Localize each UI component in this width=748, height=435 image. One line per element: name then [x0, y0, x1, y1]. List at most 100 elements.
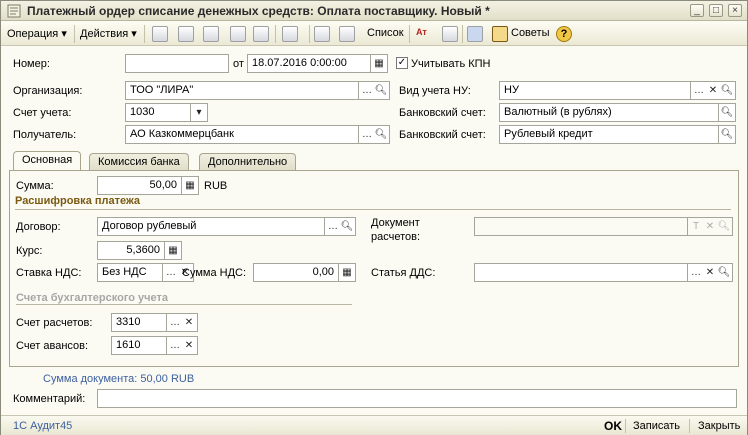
contract-label: Договор: [16, 221, 61, 233]
bank2-label: Банковский счет: [399, 129, 486, 141]
bottom-bar: 1С Аудит45 OK Записать Закрыть [1, 415, 747, 435]
bank1-open-icon[interactable]: 🔍︎ [719, 103, 736, 122]
doc-label-line2: расчетов: [371, 231, 421, 243]
bank2-field[interactable]: Рублевый кредит [499, 125, 719, 144]
vat-sum-label: Сумма НДС: [182, 267, 247, 279]
ok-button[interactable]: OK [604, 419, 622, 433]
date-prefix: от [233, 58, 244, 70]
kpn-label: Учитывать КПН [411, 58, 491, 70]
report-icon[interactable] [442, 26, 458, 42]
sum-label: Сумма: [16, 180, 54, 192]
dds-open-icon[interactable]: 🔍︎ [716, 263, 733, 282]
sum-field[interactable]: 50,00 [97, 176, 182, 195]
advance-field[interactable]: 1610 [111, 336, 167, 355]
button-separator [689, 419, 690, 433]
settle-clear-icon[interactable]: ✕ [181, 313, 198, 332]
org-open-icon[interactable]: 🔍︎ [373, 81, 390, 100]
vat-sum-field[interactable]: 0,00 [253, 263, 339, 282]
vat-rate-field[interactable]: Без НДС [97, 263, 163, 282]
advance-label: Счет авансов: [16, 340, 89, 352]
bank2-open-icon[interactable]: 🔍︎ [719, 125, 736, 144]
recipient-field[interactable]: АО Казкоммерцбанк [125, 125, 359, 144]
settle-field[interactable]: 3310 [111, 313, 167, 332]
status-text: 1С Аудит45 [13, 420, 73, 432]
window-title: Платежный ордер списание денежных средст… [27, 4, 490, 18]
bank1-label: Банковский счет: [399, 107, 486, 119]
nu-open-icon[interactable]: 🔍︎ [719, 81, 736, 100]
calculator-icon[interactable]: ▦ [182, 176, 199, 195]
dds-label: Статья ДДС: [371, 267, 436, 279]
tips-button[interactable]: Советы [511, 27, 549, 39]
rate-field[interactable]: 5,3600 [97, 241, 165, 260]
dds-field[interactable] [474, 263, 688, 282]
list-button[interactable]: Список [367, 27, 404, 39]
nu-field[interactable]: НУ [499, 81, 691, 100]
contract-field[interactable]: Договор рублевый [97, 217, 325, 236]
bank1-field[interactable]: Валютный (в рублях) [499, 103, 719, 122]
toolbar-separator [74, 25, 75, 43]
kpn-checkbox[interactable]: ✓ [396, 57, 408, 69]
calculator-icon[interactable]: ▦ [339, 263, 356, 282]
toolbar-separator [462, 25, 463, 43]
document-window: Платежный ордер списание денежных средст… [0, 0, 748, 435]
calculator-icon[interactable]: ▦ [165, 241, 182, 260]
button-separator [625, 419, 626, 433]
tab-bank-commission[interactable]: Комиссия банка [89, 153, 189, 171]
delete-icon[interactable] [253, 26, 269, 42]
doc-open-icon[interactable]: 🔍︎ [716, 217, 733, 236]
minimize-icon[interactable]: _ [690, 4, 704, 17]
recipient-open-icon[interactable]: 🔍︎ [373, 125, 390, 144]
close-button[interactable]: Закрыть [698, 420, 740, 432]
contract-open-icon[interactable]: 🔍︎ [339, 217, 356, 236]
toolbar: Операция ▾ Действия ▾ Список Ат Советы ? [1, 22, 747, 46]
decode-section-title: Расшифровка платежа [15, 195, 141, 207]
close-icon[interactable]: × [728, 4, 742, 17]
save-icon[interactable] [230, 26, 246, 42]
comment-label: Комментарий: [13, 393, 86, 405]
recipient-label: Получатель: [13, 129, 77, 141]
tips-icon[interactable] [492, 26, 508, 42]
add-icon[interactable] [152, 26, 168, 42]
date-field[interactable]: 18.07.2016 0:00:00 [247, 54, 371, 73]
edit-icon[interactable] [203, 26, 219, 42]
nu-label: Вид учета НУ: [399, 85, 471, 97]
settle-label: Счет расчетов: [16, 317, 93, 329]
vat-rate-label: Ставка НДС: [16, 267, 82, 279]
copy-icon[interactable] [178, 26, 194, 42]
number-field[interactable] [125, 54, 229, 73]
toolbar-separator [409, 25, 410, 43]
section-divider [15, 209, 731, 210]
advance-clear-icon[interactable]: ✕ [181, 336, 198, 355]
tab-main[interactable]: Основная [13, 151, 82, 171]
document-sum-text: Сумма документа: 50,00 RUB [43, 373, 195, 385]
go-based-icon[interactable] [282, 26, 298, 42]
accounts-section-title: Счета бухгалтерского учета [16, 292, 169, 304]
structure-icon[interactable] [467, 26, 483, 42]
account-dropdown-icon[interactable]: ▾ [191, 103, 208, 122]
dt-kt-icon[interactable]: Ат [416, 27, 427, 37]
title-bar: Платежный ордер списание денежных средст… [1, 1, 747, 21]
toolbar-separator [275, 25, 276, 43]
document-icon [7, 4, 21, 18]
currency-label: RUB [204, 180, 228, 192]
org-field[interactable]: ТОО "ЛИРА" [125, 81, 359, 100]
account-label: Счет учета: [13, 107, 72, 119]
tab-additional[interactable]: Дополнительно [199, 153, 297, 171]
checklist-icon[interactable] [339, 26, 355, 42]
maximize-icon[interactable]: □ [709, 4, 723, 17]
help-icon[interactable]: ? [556, 26, 572, 42]
org-label: Организация: [13, 85, 83, 97]
rate-label: Курс: [16, 245, 43, 257]
save-button[interactable]: Записать [633, 420, 680, 432]
doc-label-line1: Документ [371, 217, 420, 229]
actions-menu[interactable]: Действия ▾ [80, 27, 137, 40]
print-icon[interactable] [314, 26, 330, 42]
doc-field[interactable] [474, 217, 688, 236]
number-label: Номер: [13, 58, 50, 70]
toolbar-separator [144, 25, 145, 43]
account-field[interactable]: 1030 [125, 103, 191, 122]
calendar-icon[interactable]: ▦ [371, 54, 388, 73]
toolbar-separator [309, 25, 310, 43]
operation-menu[interactable]: Операция ▾ [7, 27, 67, 40]
comment-field[interactable] [97, 389, 737, 408]
